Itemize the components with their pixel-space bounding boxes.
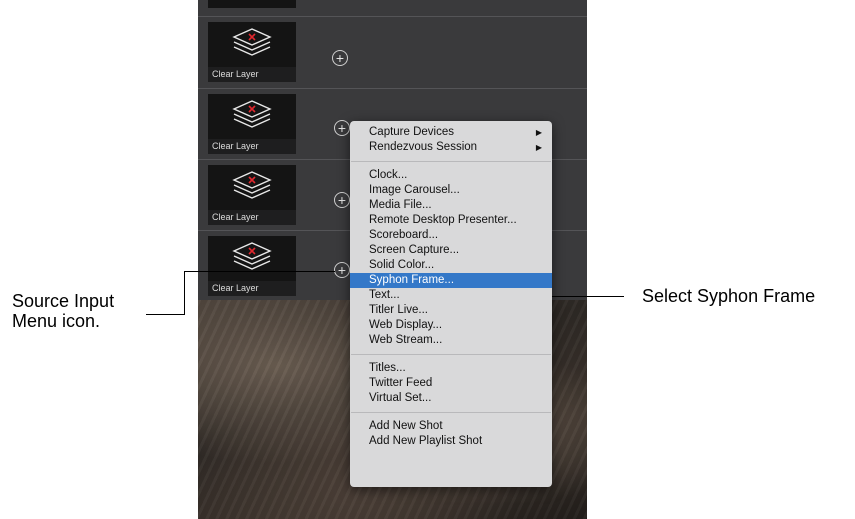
shot-thumbnail[interactable]: Clear Layer [208,236,296,296]
thumbnail-label: Clear Layer [208,67,296,82]
source-input-menu-icon[interactable]: + [332,50,348,66]
callout-leader-vertical [184,271,185,315]
menu-item-remote-desktop-presenter[interactable]: Remote Desktop Presenter... [350,213,552,228]
shot-thumbnail[interactable]: Clear Layer [208,165,296,225]
menu-item-scoreboard[interactable]: Scoreboard... [350,228,552,243]
menu-separator [351,354,551,355]
menu-item-media-file[interactable]: Media File... [350,198,552,213]
menu-item-virtual-set[interactable]: Virtual Set... [350,391,552,406]
menu-item-solid-color[interactable]: Solid Color... [350,258,552,273]
menu-item-titler-live[interactable]: Titler Live... [350,303,552,318]
callout-select-syphon-frame: Select Syphon Frame [642,286,816,306]
source-input-menu: Capture Devices ▶ Rendezvous Session ▶ C… [350,121,552,487]
submenu-arrow-icon: ▶ [535,143,542,152]
menu-item-titles[interactable]: Titles... [350,361,552,376]
menu-item-label: Capture Devices [369,126,455,138]
layers-stack-icon [232,100,272,128]
shot-thumbnail[interactable]: Clear Layer [208,94,296,154]
menu-separator [351,412,551,413]
shot-row-partial [198,0,587,17]
menu-item-rendezvous-session[interactable]: Rendezvous Session ▶ [350,140,552,155]
shot-thumbnail[interactable]: Clear Layer [208,22,296,82]
menu-item-twitter-feed[interactable]: Twitter Feed [350,376,552,391]
menu-item-add-new-shot[interactable]: Add New Shot [350,419,552,434]
menu-item-image-carousel[interactable]: Image Carousel... [350,183,552,198]
submenu-arrow-icon: ▶ [535,128,542,137]
callout-line-1: Source Input [12,291,115,311]
callout-leader-to-icon [184,271,335,272]
shot-row: Clear Layer + [198,16,587,89]
layers-stack-icon [232,28,272,56]
callout-leader-horizontal [146,314,184,315]
menu-item-capture-devices[interactable]: Capture Devices ▶ [350,125,552,140]
menu-item-clock[interactable]: Clock... [350,168,552,183]
thumbnail-label: Clear Layer [208,139,296,154]
callout-line-2: Menu icon. [12,311,101,331]
thumbnail-partial [208,0,296,8]
menu-item-syphon-frame[interactable]: Syphon Frame... [350,273,552,288]
menu-item-text[interactable]: Text... [350,288,552,303]
menu-item-web-display[interactable]: Web Display... [350,318,552,333]
source-input-menu-icon[interactable]: + [334,120,350,136]
source-input-menu-icon[interactable]: + [334,192,350,208]
menu-item-web-stream[interactable]: Web Stream... [350,333,552,348]
menu-item-label: Rendezvous Session [369,141,478,153]
menu-item-add-new-playlist-shot[interactable]: Add New Playlist Shot [350,434,552,449]
layers-stack-icon [232,171,272,199]
callout-leader-right [552,296,624,297]
source-input-menu-icon[interactable]: + [334,262,350,278]
layers-stack-icon [232,242,272,270]
callout-source-input: Source Input Menu icon. [12,291,114,331]
thumbnail-label: Clear Layer [208,281,296,296]
figure: Clear Layer + Clear Layer + Clear Layer … [0,0,855,519]
menu-item-screen-capture[interactable]: Screen Capture... [350,243,552,258]
thumbnail-label: Clear Layer [208,210,296,225]
menu-separator [351,161,551,162]
